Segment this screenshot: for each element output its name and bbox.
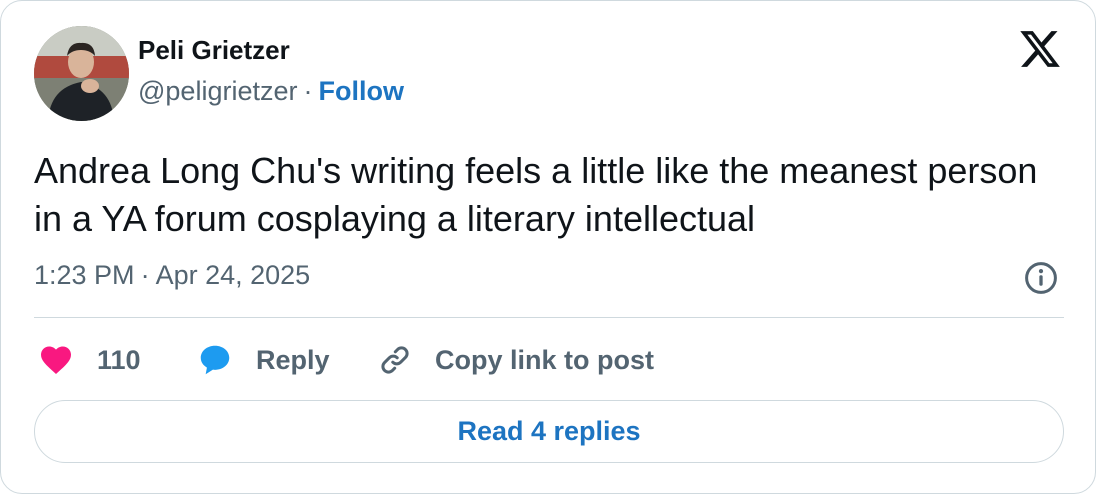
reply-label: Reply <box>256 344 330 375</box>
timestamp-separator: · <box>140 260 150 290</box>
read-replies-button[interactable]: Read 4 replies <box>34 400 1064 463</box>
like-button[interactable]: 110 <box>38 339 141 381</box>
speech-bubble-icon <box>200 345 230 375</box>
heart-icon <box>41 346 71 375</box>
like-count: 110 <box>97 344 141 375</box>
reply-button[interactable]: Reply <box>196 339 330 381</box>
copy-link-label: Copy link to post <box>435 344 654 375</box>
divider <box>34 317 1064 318</box>
author-handle-row: @peligrietzer · Follow <box>138 74 404 108</box>
author-handle[interactable]: @peligrietzer <box>138 76 297 106</box>
link-icon <box>381 346 409 374</box>
follow-link[interactable]: Follow <box>318 76 403 106</box>
tweet-text: Andrea Long Chu's writing feels a little… <box>34 150 1038 239</box>
author-name[interactable]: Peli Grietzer <box>138 34 290 66</box>
avatar-photo-icon <box>34 26 129 121</box>
x-logo-icon[interactable] <box>1018 27 1062 71</box>
info-icon[interactable] <box>1023 260 1059 296</box>
tweet-date: Apr 24, 2025 <box>155 260 311 290</box>
handle-separator: · <box>303 76 313 106</box>
copy-link-button[interactable]: Copy link to post <box>376 339 654 381</box>
tweet-time: 1:23 PM <box>34 260 135 290</box>
tweet-embed-card: Peli Grietzer @peligrietzer · Follow Andre… <box>0 0 1096 494</box>
author-avatar[interactable] <box>34 26 129 121</box>
tweet-timestamp[interactable]: 1:23 PM · Apr 24, 2025 <box>34 258 310 292</box>
